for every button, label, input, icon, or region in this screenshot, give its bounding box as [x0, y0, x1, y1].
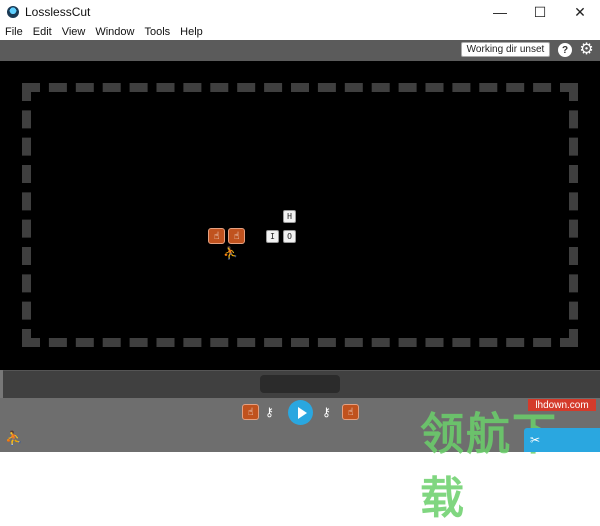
- set-cut-start-icon: ☝: [208, 228, 225, 244]
- window-controls: — ☐ ✕: [480, 0, 600, 24]
- window-title: LosslessCut: [25, 5, 91, 19]
- menu-tools[interactable]: Tools: [139, 26, 175, 38]
- set-cut-end-icon: ☝: [228, 228, 245, 244]
- menu-file[interactable]: File: [0, 26, 28, 38]
- key-i: I: [266, 230, 279, 243]
- menu-edit[interactable]: Edit: [28, 26, 57, 38]
- minimize-button[interactable]: —: [480, 0, 520, 24]
- person-icon: ⛹: [223, 246, 238, 260]
- watermark-url: lhdown.com: [528, 399, 596, 411]
- help-button[interactable]: ?: [558, 43, 572, 57]
- play-icon: [297, 406, 307, 419]
- segment-person-icon[interactable]: ⛹: [5, 430, 22, 447]
- drop-zone[interactable]: [22, 83, 578, 347]
- working-dir-button[interactable]: Working dir unset: [461, 42, 550, 57]
- jump-cut-end-key-icon[interactable]: ⚷: [322, 406, 331, 418]
- key-o: O: [283, 230, 296, 243]
- key-h: H: [283, 210, 296, 223]
- app-logo-icon: [7, 6, 19, 18]
- set-cut-start-button[interactable]: ☝: [242, 404, 259, 420]
- settings-gear-icon[interactable]: ⚙: [578, 41, 595, 58]
- timeline-start-marker: [0, 370, 3, 398]
- scissors-icon: ✂: [530, 433, 541, 447]
- watermark-text: 领航下载: [420, 409, 558, 524]
- play-button[interactable]: [288, 400, 313, 425]
- menu-view[interactable]: View: [57, 26, 91, 38]
- menu-window[interactable]: Window: [90, 26, 139, 38]
- menu-help[interactable]: Help: [175, 26, 208, 38]
- jump-cut-start-key-icon[interactable]: ⚷: [265, 406, 274, 418]
- maximize-button[interactable]: ☐: [520, 0, 560, 24]
- export-button[interactable]: ✂: [524, 428, 600, 452]
- close-button[interactable]: ✕: [560, 0, 600, 24]
- set-cut-end-button[interactable]: ☝: [342, 404, 359, 420]
- timeline-segment[interactable]: [260, 375, 340, 393]
- menu-bar: File Edit View Window Tools Help: [0, 24, 600, 40]
